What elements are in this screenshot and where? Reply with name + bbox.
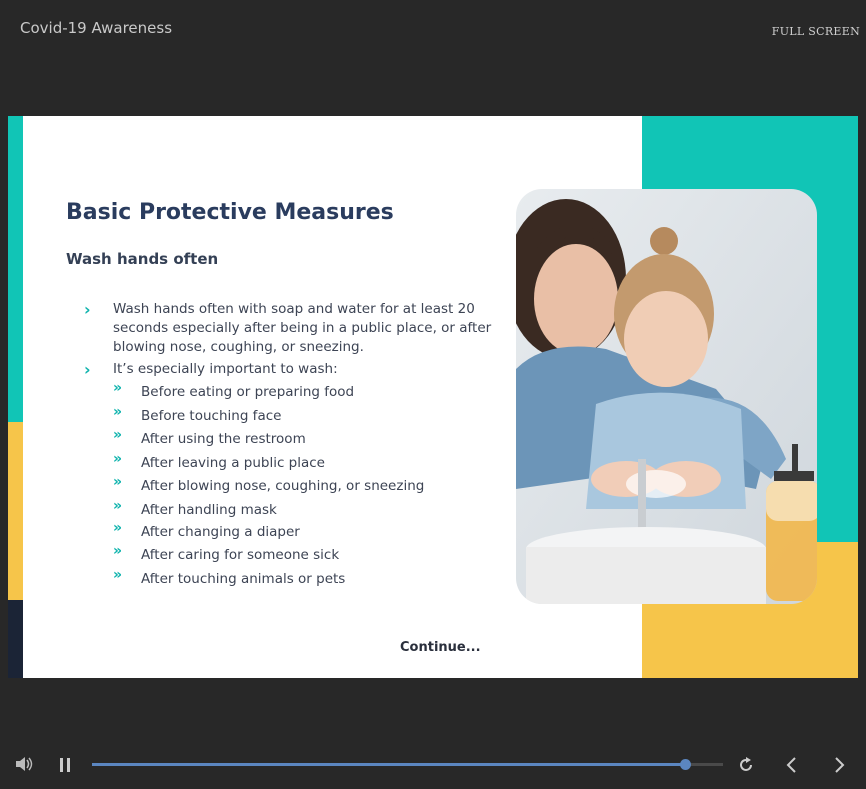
- left-bar-navy: [8, 600, 23, 678]
- double-chevron-right-icon: »: [113, 474, 123, 490]
- sub-bullet-6: After handling mask: [141, 502, 277, 518]
- progress-track[interactable]: [92, 759, 723, 770]
- slide-subtitle: Wash hands often: [66, 250, 219, 268]
- sub-bullet-1: Before eating or preparing food: [141, 384, 355, 400]
- left-bar-teal: [8, 116, 23, 422]
- double-chevron-right-icon: »: [113, 543, 123, 559]
- bullet-1-line-2: seconds especially after being in a publ…: [113, 320, 492, 336]
- sub-bullet-2: Before touching face: [141, 408, 282, 424]
- fullscreen-button[interactable]: FULL SCREEN: [772, 25, 860, 38]
- bullet-1-line-3: blowing nose, coughing, or sneezing.: [113, 339, 364, 355]
- player-title: Covid-19 Awareness: [20, 19, 173, 37]
- bullet-1-line-1: Wash hands often with soap and water for…: [113, 301, 475, 317]
- sub-bullet-5: After blowing nose, coughing, or sneezin…: [141, 478, 425, 494]
- left-bar-yellow: [8, 422, 23, 600]
- previous-icon[interactable]: [784, 756, 798, 774]
- pause-icon[interactable]: [58, 757, 72, 773]
- replay-icon[interactable]: [737, 756, 755, 774]
- continue-button[interactable]: Continue...: [400, 640, 481, 655]
- handwashing-photo: [516, 189, 817, 604]
- double-chevron-right-icon: »: [113, 520, 123, 536]
- sub-bullet-8: After caring for someone sick: [141, 547, 340, 563]
- progress-played: [92, 763, 686, 766]
- sub-bullet-7: After changing a diaper: [141, 524, 300, 540]
- double-chevron-right-icon: »: [113, 380, 123, 396]
- player-controls: [0, 740, 866, 789]
- sub-bullet-9: After touching animals or pets: [141, 571, 346, 587]
- progress-knob[interactable]: [680, 759, 692, 770]
- next-icon[interactable]: [833, 756, 847, 774]
- double-chevron-right-icon: »: [113, 404, 123, 420]
- bullet-2: It’s especially important to wash:: [113, 361, 338, 377]
- slide-title: Basic Protective Measures: [66, 200, 394, 225]
- double-chevron-right-icon: »: [113, 567, 123, 583]
- bullet-1: Wash hands often with soap and water for…: [113, 300, 491, 357]
- chevron-right-icon: ›: [84, 360, 91, 379]
- slide: Basic Protective Measures Wash hands oft…: [8, 116, 858, 678]
- double-chevron-right-icon: »: [113, 498, 123, 514]
- volume-icon[interactable]: [14, 755, 34, 773]
- double-chevron-right-icon: »: [113, 427, 123, 443]
- sub-bullet-4: After leaving a public place: [141, 455, 325, 471]
- chevron-right-icon: ›: [84, 300, 91, 319]
- double-chevron-right-icon: »: [113, 451, 123, 467]
- sub-bullet-3: After using the restroom: [141, 431, 306, 447]
